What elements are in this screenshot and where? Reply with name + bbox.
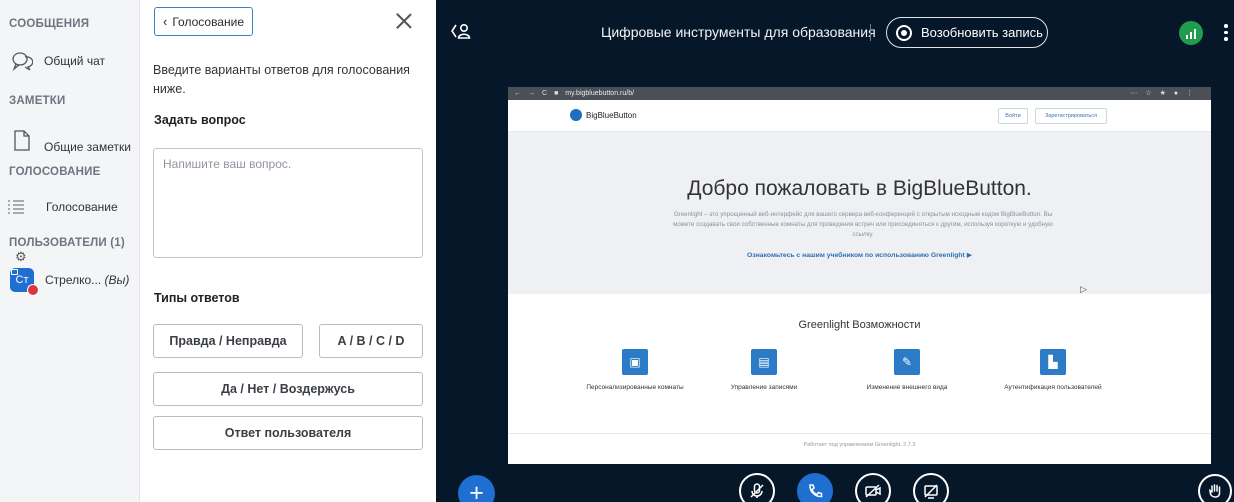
polling-label: Голосование bbox=[46, 200, 118, 214]
resume-recording-button[interactable]: Возобновить запись bbox=[886, 17, 1048, 48]
muted-mic-icon bbox=[27, 284, 39, 296]
users-section-title: ПОЛЬЗОВАТЕЛИ (1)⚙ bbox=[9, 237, 139, 265]
site-signin-button: Войти bbox=[998, 108, 1028, 124]
site-logo: BigBlueButton bbox=[570, 109, 637, 121]
play-icon: ▶ bbox=[966, 252, 972, 259]
main-area: Цифровые инструменты для образования Воз… bbox=[436, 0, 1234, 502]
public-chat-item[interactable]: Общий чат bbox=[0, 44, 140, 78]
browser-toolbar: ← → C ■ my.bigbluebutton.ru/b/ ⋯ ☆ ★ ● ⋮ bbox=[508, 87, 1211, 100]
lock-icon: ■ bbox=[554, 90, 559, 97]
phone-icon bbox=[809, 484, 823, 498]
feature-customize: ✎ Изменение внешнего вида bbox=[832, 349, 982, 391]
options-menu-icon[interactable] bbox=[1224, 24, 1228, 41]
poll-back-label: Голосование bbox=[172, 14, 244, 29]
feature-label: Изменение внешнего вида bbox=[866, 384, 948, 391]
forward-arrow-icon: → bbox=[528, 90, 535, 97]
site-features-title: Greenlight Возможности bbox=[798, 319, 921, 331]
users-title-text: ПОЛЬЗОВАТЕЛИ (1) bbox=[9, 237, 125, 249]
user-list-panel: СООБЩЕНИЯ Общий чат ЗАМЕТКИ Общие заметк… bbox=[0, 0, 140, 502]
pencil-icon: ✎ bbox=[894, 349, 920, 375]
rooms-icon: ▣ bbox=[622, 349, 648, 375]
browser-url: my.bigbluebutton.ru/b/ bbox=[565, 90, 635, 97]
public-chat-label: Общий чат bbox=[44, 54, 105, 68]
leave-audio-button[interactable] bbox=[797, 473, 833, 502]
shared-notes-item[interactable]: Общие заметки bbox=[0, 120, 140, 160]
site-tutorial-link: Ознакомьтесь с нашим учебником по исполь… bbox=[508, 251, 1211, 259]
shared-notes-label: Общие заметки bbox=[44, 140, 131, 154]
polling-section-title: ГОЛОСОВАНИЕ bbox=[9, 166, 101, 178]
messages-section-title: СООБЩЕНИЯ bbox=[9, 18, 90, 30]
title-divider bbox=[870, 24, 871, 41]
mouse-cursor-icon: ▷ bbox=[1080, 284, 1087, 294]
resume-recording-label: Возобновить запись bbox=[921, 25, 1043, 40]
yes-no-abstain-button[interactable]: Да / Нет / Воздержусь bbox=[153, 372, 423, 406]
top-bar: Цифровые инструменты для образования Воз… bbox=[436, 0, 1234, 62]
site-header: BigBlueButton Войти Зарегистрироваться bbox=[508, 100, 1211, 132]
site-logo-text: BigBlueButton bbox=[586, 110, 637, 120]
user-name: Стрелко... (Вы) bbox=[45, 273, 129, 287]
door-icon: ▙ bbox=[1040, 349, 1066, 375]
poll-hint: Введите варианты ответов для голосования… bbox=[153, 63, 410, 96]
user-response-button[interactable]: Ответ пользователя bbox=[153, 416, 423, 450]
presenter-icon bbox=[11, 269, 18, 275]
camera-off-icon bbox=[865, 484, 881, 498]
feature-label: Персонализированные комнаты bbox=[586, 384, 684, 391]
mic-off-icon bbox=[750, 483, 764, 498]
chat-icon bbox=[0, 51, 44, 71]
plus-icon: + bbox=[469, 479, 484, 502]
list-icon bbox=[0, 197, 38, 217]
site-tutorial-text: Ознакомьтесь с нашим учебником по исполь… bbox=[747, 252, 965, 259]
user-item[interactable]: Ст Стрелко... (Вы) bbox=[0, 263, 140, 297]
poll-panel: ‹ Голосование Введите варианты ответов д… bbox=[140, 0, 436, 502]
presentation-slide[interactable]: ← → C ■ my.bigbluebutton.ru/b/ ⋯ ☆ ★ ● ⋮… bbox=[508, 87, 1211, 464]
film-icon: ▤ bbox=[751, 349, 777, 375]
site-hero: Добро пожаловать в BigBlueButton. Greenl… bbox=[508, 132, 1211, 294]
feature-rooms: ▣ Персонализированные комнаты bbox=[560, 349, 710, 391]
abcd-button[interactable]: A / B / C / D bbox=[319, 324, 423, 358]
chevron-left-icon: ‹ bbox=[163, 14, 168, 29]
browser-actions-icon: ⋯ ☆ ★ ● ⋮ bbox=[1130, 90, 1196, 97]
feature-auth: ▙ Аутентификация пользователей bbox=[978, 349, 1128, 391]
screenshare-off-button[interactable] bbox=[913, 473, 949, 502]
user-name-text: Стрелко... bbox=[45, 273, 102, 287]
avatar: Ст bbox=[10, 268, 39, 296]
site-signup-button: Зарегистрироваться bbox=[1035, 108, 1107, 124]
actions-plus-button[interactable]: + bbox=[458, 475, 495, 502]
camera-off-button[interactable] bbox=[855, 473, 891, 502]
raise-hand-button[interactable] bbox=[1198, 474, 1232, 502]
site-welcome-heading: Добро пожаловать в BigBlueButton. bbox=[687, 177, 1032, 200]
user-you-tag: (Вы) bbox=[104, 273, 130, 287]
avatar-initials: Ст bbox=[15, 274, 29, 286]
feature-label: Управление записями bbox=[730, 384, 798, 391]
reload-icon: C bbox=[542, 90, 548, 97]
mic-muted-button[interactable] bbox=[739, 473, 775, 502]
room-title: Цифровые инструменты для образования bbox=[601, 24, 876, 40]
feature-label: Аутентификация пользователей bbox=[1004, 384, 1102, 391]
answer-types-heading: Типы ответов bbox=[154, 291, 240, 305]
document-icon bbox=[0, 128, 44, 152]
user-icon bbox=[451, 23, 471, 39]
polling-item[interactable]: Голосование bbox=[0, 190, 140, 224]
true-false-button[interactable]: Правда / Неправда bbox=[153, 324, 303, 358]
bbb-logo-icon bbox=[570, 109, 582, 121]
question-input[interactable] bbox=[154, 149, 422, 257]
question-input-box[interactable] bbox=[153, 148, 423, 258]
poll-back-button[interactable]: ‹ Голосование bbox=[154, 7, 253, 36]
feature-recordings: ▤ Управление записями bbox=[689, 349, 839, 391]
raise-hand-icon bbox=[1209, 484, 1221, 498]
close-icon[interactable] bbox=[396, 13, 412, 29]
screen-share-off-icon bbox=[924, 484, 938, 499]
record-icon bbox=[896, 24, 912, 41]
site-footer: Работает под управлением Greenlight. 2.7… bbox=[508, 433, 1211, 448]
notes-section-title: ЗАМЕТКИ bbox=[9, 95, 66, 107]
site-subtitle: Greenlight – это упрощенный веб-интерфей… bbox=[673, 211, 1053, 238]
toggle-userlist-button[interactable] bbox=[450, 22, 472, 45]
back-arrow-icon: ← bbox=[514, 90, 521, 97]
connection-status-icon[interactable] bbox=[1179, 21, 1203, 45]
ask-question-heading: Задать вопрос bbox=[154, 113, 246, 127]
